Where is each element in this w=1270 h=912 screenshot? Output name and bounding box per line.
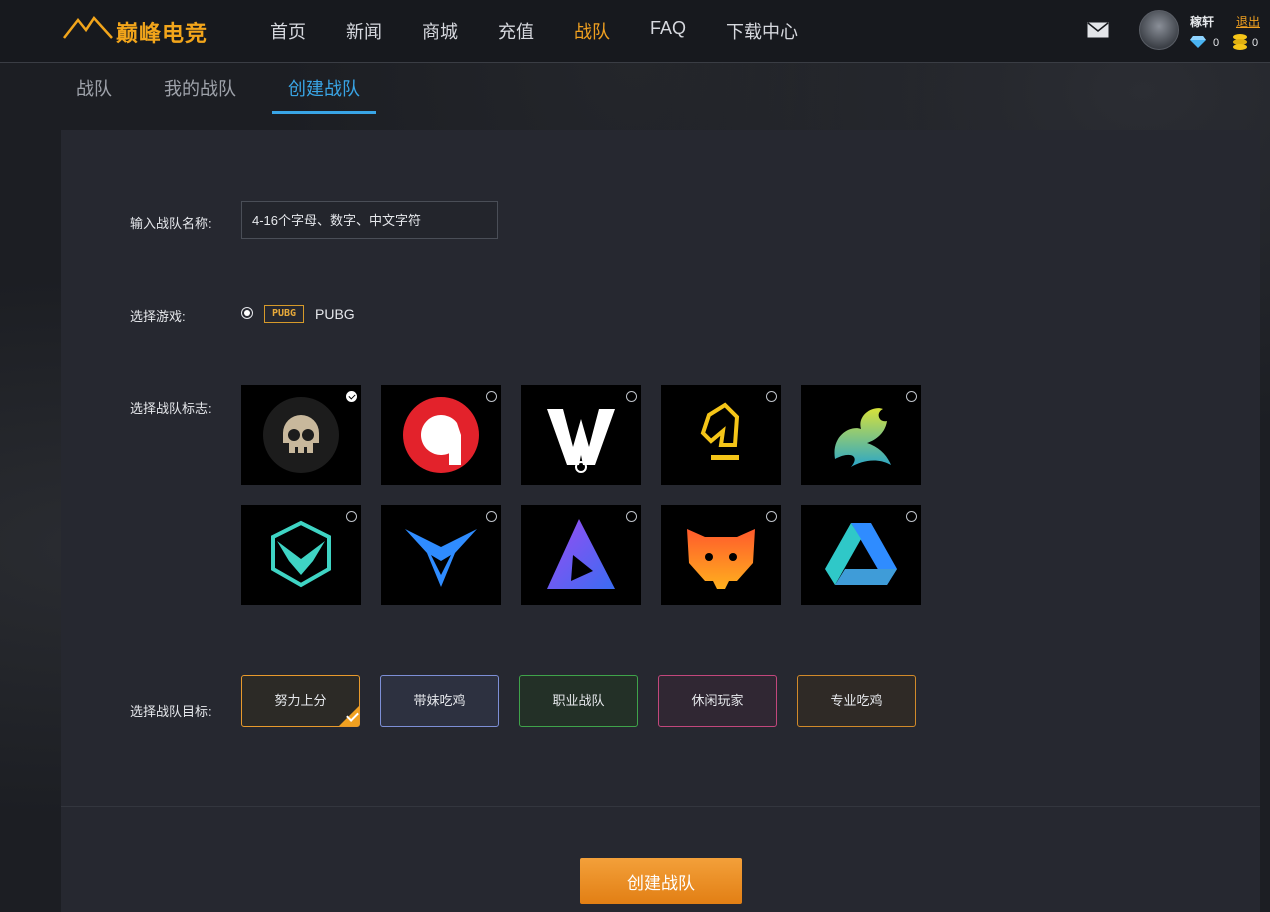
orange-cat-icon [687,529,755,589]
goal-option-label: 职业战队 [552,693,605,708]
logo-radio [766,391,777,402]
nav-team[interactable]: 战队 [574,18,610,44]
coin-stack-icon [1233,34,1247,50]
logout-link[interactable]: 退出 [1236,13,1260,30]
skull-icon [263,397,339,473]
logo-radio [486,391,497,402]
logo-radio [486,511,497,522]
winged-hexagon-icon [271,520,331,588]
goal-label: 选择战队目标: [130,704,212,719]
logo-radio [346,511,357,522]
username[interactable]: 稼轩 [1190,13,1214,30]
goal-option-casual[interactable]: 休闲玩家 [658,675,777,727]
logo-option-blue-bird[interactable] [381,505,501,605]
goal-option-carry-girl[interactable]: 带妹吃鸡 [380,675,499,727]
nav-download[interactable]: 下载中心 [726,18,798,44]
tab-my-team[interactable]: 我的战队 [164,75,236,101]
tab-teams[interactable]: 战队 [76,75,112,101]
mail-icon[interactable] [1087,22,1109,38]
team-name-label: 输入战队名称: [130,216,212,231]
logo-radio [626,511,637,522]
logo-option-winged-hex[interactable] [241,505,361,605]
logo-text: 巅峰电竞 [116,21,209,46]
avatar[interactable] [1139,10,1179,50]
logo-option-orange-cat[interactable] [661,505,781,605]
logo-option-g[interactable] [381,385,501,485]
logo-option-drive-triangle[interactable] [801,505,921,605]
main-nav: 首页 新闻 商城 充值 战队 FAQ 下载中心 [270,18,838,44]
game-radio-pubg[interactable] [241,307,253,319]
coin-count: 0 [1252,37,1259,49]
tab-create-team[interactable]: 创建战队 [272,75,376,114]
logo-option-skull[interactable] [241,385,361,485]
drive-triangle-icon [825,523,897,585]
goal-option-pro-chicken[interactable]: 专业吃鸡 [797,675,916,727]
diamond-icon [1190,36,1206,48]
logo-option-dragon[interactable] [801,385,921,485]
logo-radio [766,511,777,522]
logo-option-sy[interactable] [521,385,641,485]
goal-option-label: 带妹吃鸡 [413,693,466,708]
nav-faq[interactable]: FAQ [650,18,686,44]
create-team-button[interactable]: 创建战队 [580,858,742,904]
sy-monogram-icon [547,409,615,473]
goal-option-label: 努力上分 [274,693,327,708]
nav-news[interactable]: 新闻 [346,18,382,44]
game-label: 选择游戏: [130,309,186,324]
logo-option-horse[interactable] [661,385,781,485]
team-subtabs: 战队 我的战队 创建战队 [76,75,412,114]
goal-option-rank-up[interactable]: 努力上分 [241,675,360,727]
horse-chess-icon [700,402,740,460]
logo-radio [906,511,917,522]
goal-option-label: 专业吃鸡 [830,693,883,708]
site-logo[interactable]: 巅峰电竞 [62,12,212,48]
logo-radio-checked [346,391,357,402]
goal-option-label: 休闲玩家 [691,693,744,708]
logo-radio [626,391,637,402]
diamond-count: 0 [1213,37,1220,49]
purple-triangle-icon [547,519,615,589]
pubg-icon: PUBG [264,305,304,323]
top-navbar: 巅峰电竞 首页 新闻 商城 充值 战队 FAQ 下载中心 稼轩 退出 0 0 [0,0,1270,63]
goal-option-pro-team[interactable]: 职业战队 [519,675,638,727]
nav-recharge[interactable]: 充值 [498,18,534,44]
logo-radio [906,391,917,402]
mountain-logo-icon [63,15,113,39]
logo-option-purple-triangle[interactable] [521,505,641,605]
dragon-icon [834,408,891,467]
nav-home[interactable]: 首页 [270,18,306,44]
team-name-input[interactable] [241,201,498,239]
game-name: PUBG [315,306,355,322]
logo-label: 选择战队标志: [130,401,212,416]
g-letter-icon [403,397,479,473]
blue-bird-icon [405,529,477,587]
panel-divider [61,806,1260,807]
nav-shop[interactable]: 商城 [422,18,458,44]
